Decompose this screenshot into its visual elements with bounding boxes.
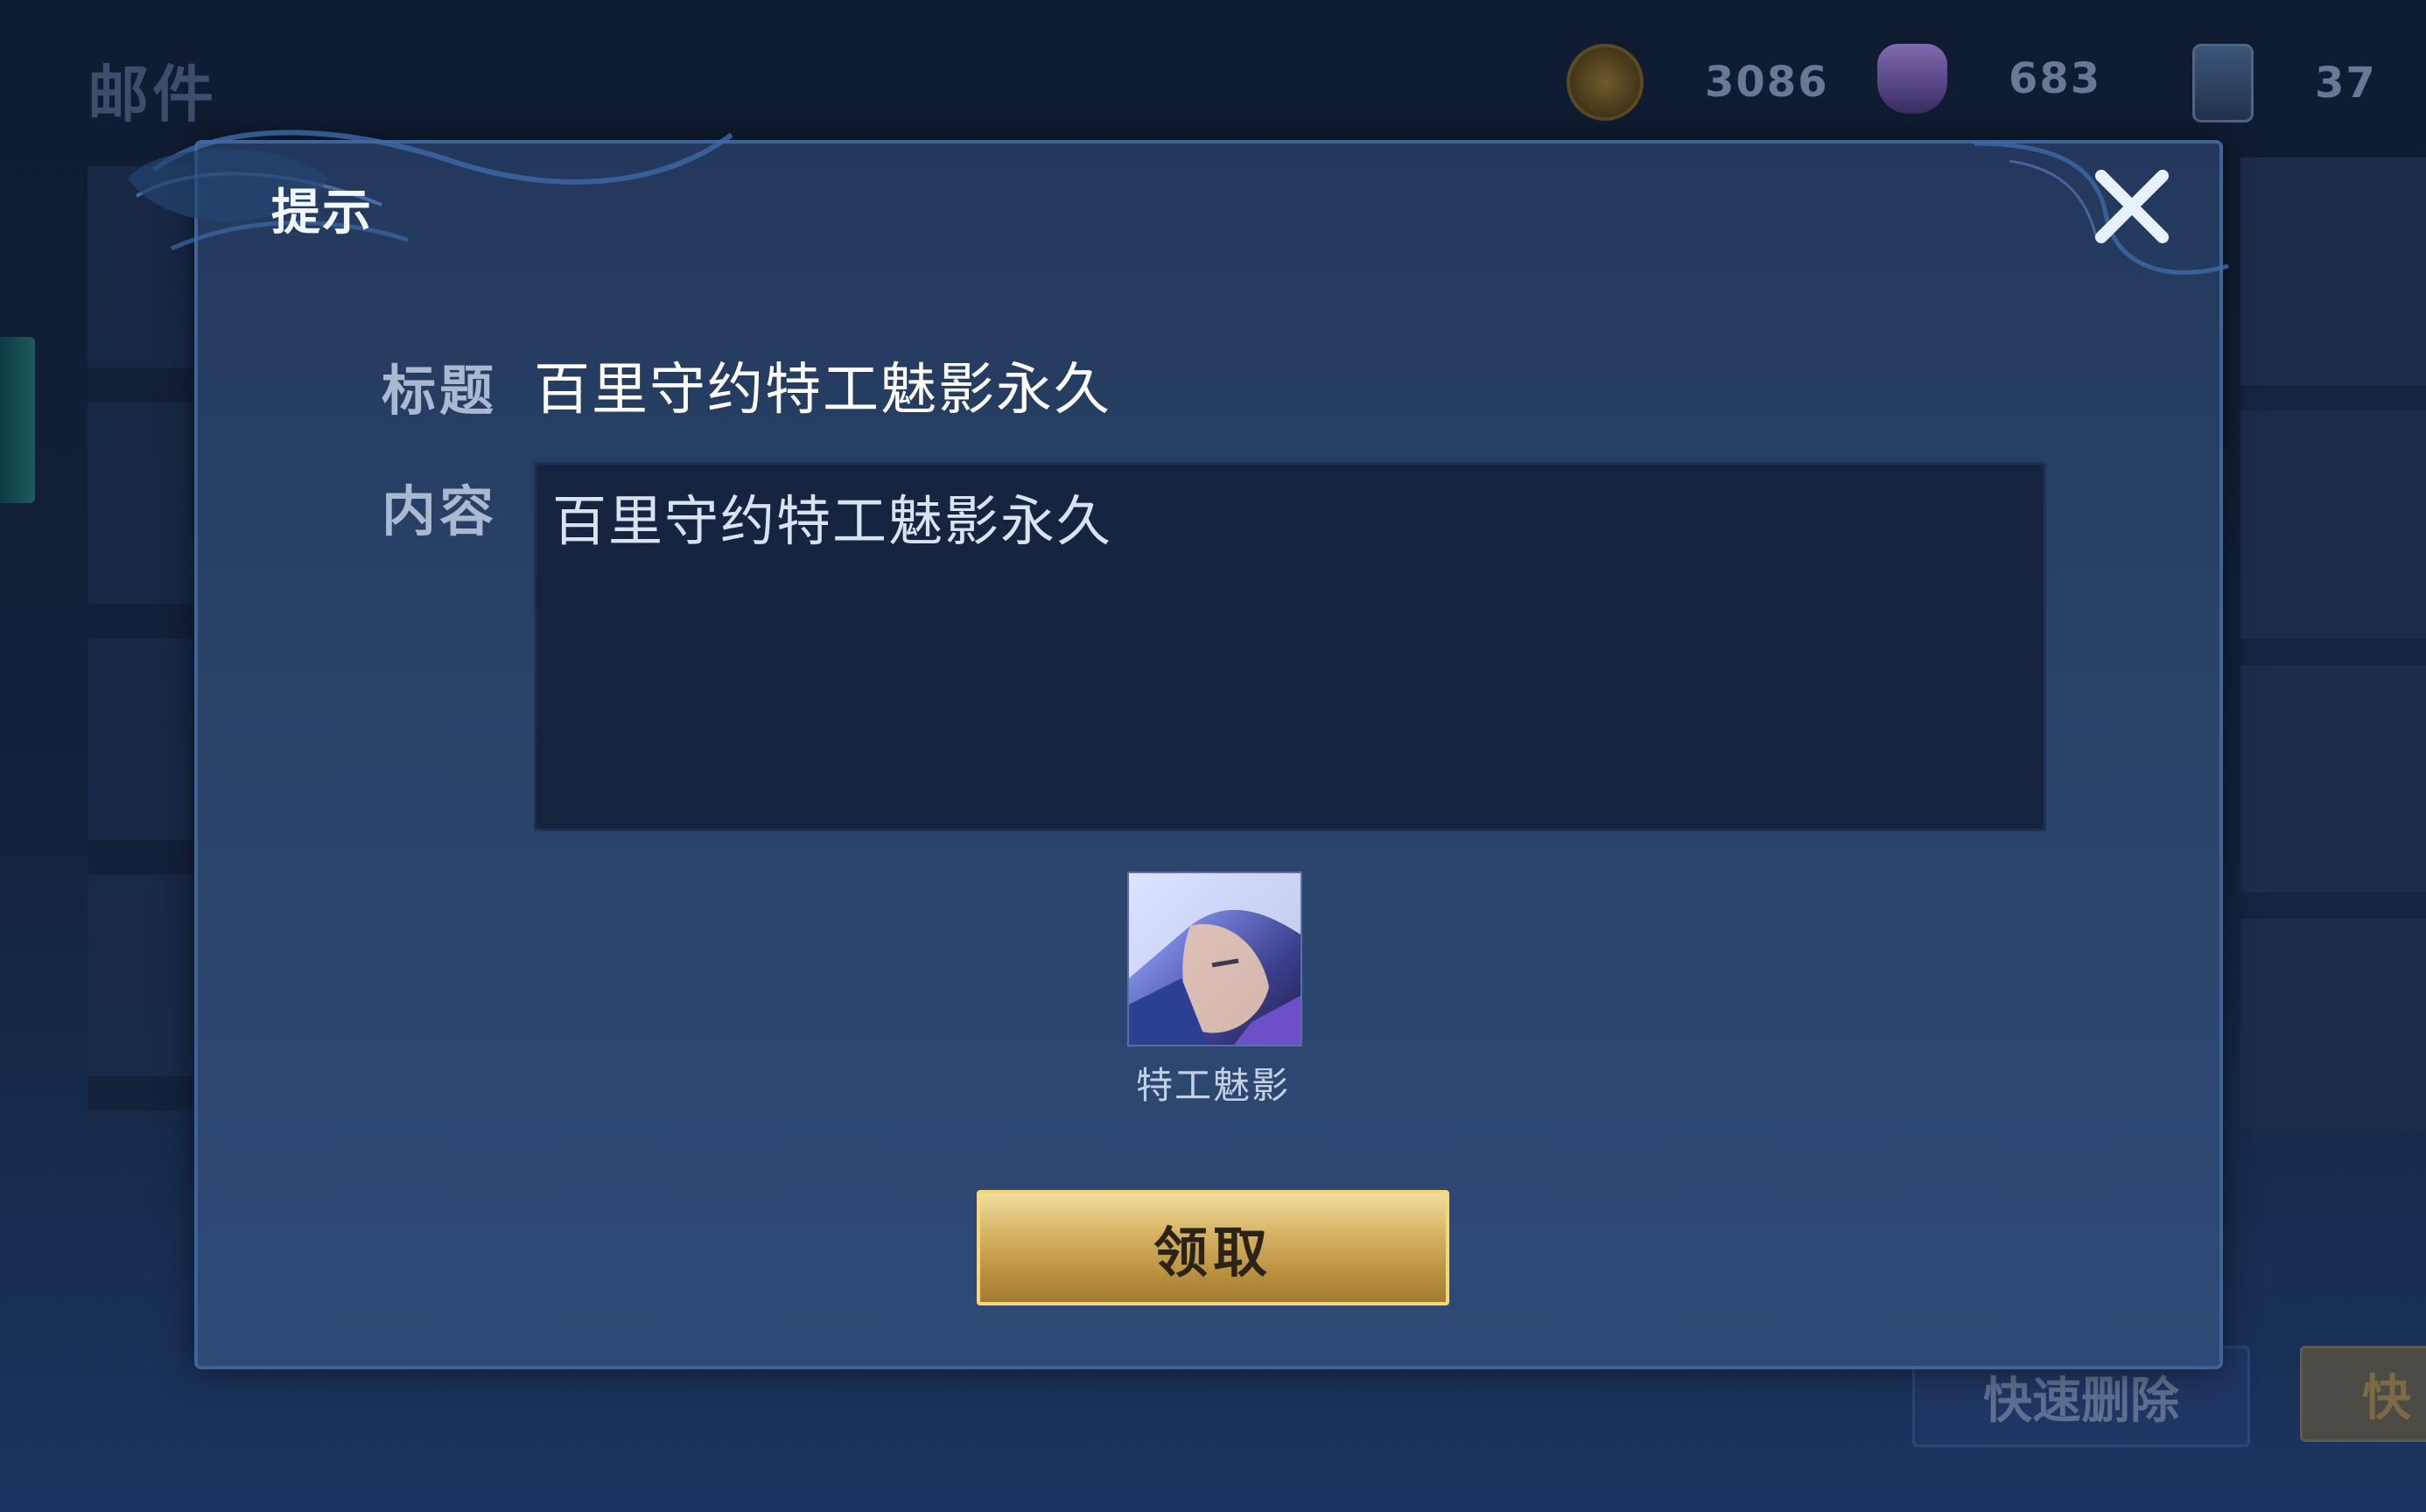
claim-button[interactable]: 领取 (977, 1190, 1449, 1306)
mail-detail-background (2240, 158, 2426, 1129)
skin-portrait-icon[interactable] (1127, 872, 1302, 1046)
ticket-amount: 37 (2315, 59, 2377, 108)
subject-value: 百里守约特工魅影永久 (534, 358, 1111, 423)
close-button[interactable] (2088, 163, 2176, 250)
title-swirl-decoration (128, 130, 733, 251)
close-icon (2095, 170, 2169, 243)
gold-currency: 3086 (1567, 44, 1829, 121)
prompt-dialog: 提示 标题 百里守约特工魅影永久 内容 百里守约特工魅影永久 特工魅影 领取 (128, 130, 2229, 1369)
content-label: 内容 (382, 480, 498, 543)
ticket-icon (2192, 44, 2254, 122)
portrait-art (1129, 873, 1301, 1045)
gold-coin-icon (1567, 44, 1644, 121)
gem-amount: 683 (2009, 54, 2102, 103)
gem-icon (1877, 44, 1947, 114)
gem-currency: 683 (1877, 44, 2101, 114)
reward-name: 特工魅影 (1135, 1064, 1290, 1107)
sidebar-accent (0, 337, 35, 503)
gold-amount: 3086 (1705, 58, 1829, 107)
subject-label: 标题 (382, 359, 498, 423)
content-text: 百里守约特工魅影永久 (534, 462, 2046, 831)
quick-claim-button[interactable]: 快 (2300, 1346, 2426, 1442)
ticket-currency: 37 (2192, 44, 2377, 122)
claim-button-label: 领取 (1153, 1221, 1273, 1284)
dialog-title: 提示 (271, 185, 373, 242)
